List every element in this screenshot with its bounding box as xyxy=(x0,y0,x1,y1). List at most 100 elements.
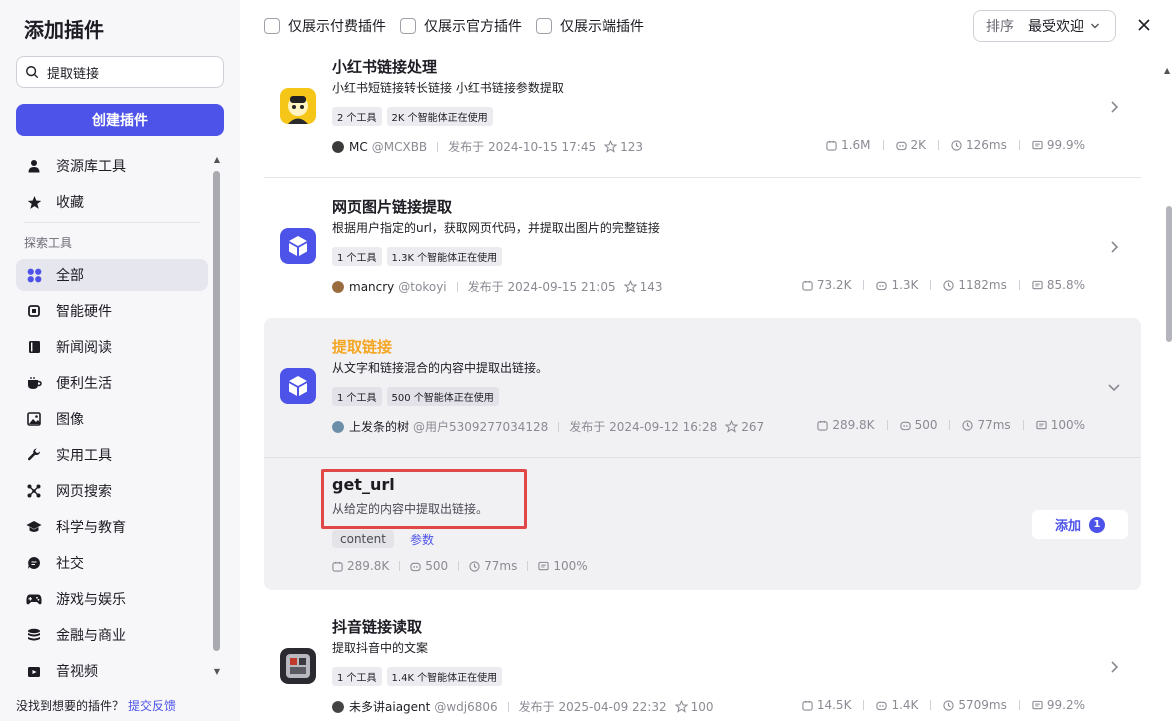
scroll-up-icon[interactable]: ▲ xyxy=(1164,66,1170,75)
message-icon xyxy=(1032,280,1043,289)
calls-icon xyxy=(802,280,813,291)
bot-icon xyxy=(410,562,421,571)
search-input[interactable] xyxy=(47,64,207,80)
sidebar-item-label: 全部 xyxy=(56,268,84,284)
sidebar-item-education[interactable]: 科学与教育 xyxy=(16,511,208,543)
sidebar-item-all[interactable]: 全部 xyxy=(16,259,208,291)
sidebar-item-games[interactable]: 游戏与娱乐 xyxy=(16,583,208,615)
stat-value: 1.3K xyxy=(891,278,919,292)
video-icon xyxy=(26,663,42,679)
stat-value: 500 xyxy=(425,559,449,573)
scrollbar-thumb[interactable] xyxy=(213,171,220,651)
create-plugin-button[interactable]: 创建插件 xyxy=(16,104,224,136)
star-count[interactable]: 123 xyxy=(604,140,643,154)
expanded-plugin-card[interactable]: 提取链接 从文字和链接混合的内容中提取出链接。 1 个工具 500 个智能体正在… xyxy=(264,318,1141,590)
tag: 2K 个智能体正在使用 xyxy=(386,107,493,126)
plugin-card[interactable]: 小红书链接处理 小红书短链接转长链接 小红书链接参数提取 2 个工具 2K 个智… xyxy=(264,48,1141,178)
add-tool-button[interactable]: 添加 1 xyxy=(1032,510,1128,539)
image-icon xyxy=(26,411,42,427)
plugin-desc: 提取抖音中的文案 xyxy=(332,641,429,655)
publish-date: 发布于 2025-04-09 22:32 xyxy=(518,700,667,714)
params-link[interactable]: 参数 xyxy=(410,531,434,548)
success-rate-stat: 99.2% xyxy=(1032,698,1085,712)
star-count[interactable]: 267 xyxy=(725,420,764,434)
sidebar-item-social[interactable]: 社交 xyxy=(16,547,208,579)
star-icon xyxy=(674,700,688,713)
author-name[interactable]: MC xyxy=(349,140,368,154)
checkbox-label: 仅展示付费插件 xyxy=(288,19,386,35)
plugin-tags: 1 个工具 1.4K 个智能体正在使用 xyxy=(332,667,507,686)
checkbox-box[interactable] xyxy=(400,18,416,34)
official-only-checkbox[interactable]: 仅展示官方插件 xyxy=(400,16,522,36)
stat-value: 126ms xyxy=(966,138,1007,152)
stat-value: 85.8% xyxy=(1046,278,1085,292)
chevron-right-icon[interactable] xyxy=(1107,660,1121,674)
tool-divider xyxy=(264,457,1141,458)
author-name[interactable]: 上发条的树 xyxy=(349,418,409,435)
search-field[interactable] xyxy=(16,56,224,88)
plugin-tags: 1 个工具 1.3K 个智能体正在使用 xyxy=(332,247,507,266)
bots-stat: 500 xyxy=(410,559,448,573)
latency-stat: 77ms xyxy=(962,418,1011,432)
star-count[interactable]: 100 xyxy=(674,700,714,714)
sort-value: 最受欢迎 xyxy=(1028,19,1084,35)
message-icon xyxy=(1032,700,1043,709)
stat-value: 14.5K xyxy=(816,698,852,712)
bots-stat: 1.3K xyxy=(876,278,918,292)
plugin-meta: MC @MCXBB 发布于 2024-10-15 17:45 123 xyxy=(332,138,643,155)
sidebar-item-news[interactable]: 新闻阅读 xyxy=(16,331,208,363)
author-name[interactable]: 未多讲aiagent xyxy=(349,698,430,715)
latency-stat: 1182ms xyxy=(943,278,1007,292)
client-only-checkbox[interactable]: 仅展示端插件 xyxy=(536,16,644,36)
chevron-right-icon[interactable] xyxy=(1107,240,1121,254)
book-icon xyxy=(26,339,42,355)
sidebar-item-image[interactable]: 图像 xyxy=(16,403,208,435)
sidebar-divider xyxy=(24,222,200,223)
paid-only-checkbox[interactable]: 仅展示付费插件 xyxy=(264,16,386,36)
tag: 2 个工具 xyxy=(332,107,382,126)
star-icon xyxy=(623,280,637,293)
scroll-down-icon[interactable]: ▼ xyxy=(212,667,222,677)
bot-icon xyxy=(876,701,888,710)
sidebar-item-hardware[interactable]: 智能硬件 xyxy=(16,295,208,327)
checkbox-box[interactable] xyxy=(264,18,280,34)
chevron-right-icon[interactable] xyxy=(1107,100,1121,114)
star-count[interactable]: 143 xyxy=(623,280,663,294)
scroll-up-icon[interactable]: ▲ xyxy=(212,155,222,165)
scrollbar-thumb[interactable] xyxy=(1166,206,1172,342)
clock-icon xyxy=(943,279,955,291)
sort-select[interactable]: 排序 最受欢迎 xyxy=(973,10,1116,42)
calls-icon xyxy=(826,140,837,151)
feedback-link[interactable]: 提交反馈 xyxy=(128,699,176,713)
sidebar-item-life[interactable]: 便利生活 xyxy=(16,367,208,399)
tag: 1 个工具 xyxy=(332,667,382,686)
chevron-down-icon[interactable] xyxy=(1107,380,1121,394)
plugin-meta: 上发条的树 @用户5309277034128 发布于 2024-09-12 16… xyxy=(332,418,764,435)
stat-value: 77ms xyxy=(484,559,518,573)
divider xyxy=(930,280,932,290)
author-avatar xyxy=(332,140,344,153)
sort-label: 排序 xyxy=(986,19,1014,35)
publish-date: 发布于 2024-09-15 21:05 xyxy=(467,280,616,294)
message-icon xyxy=(538,561,549,570)
sidebar-scrollbar[interactable]: ▲ ▼ xyxy=(212,155,222,680)
sidebar-item-library-tools[interactable]: 资源库工具 xyxy=(16,150,208,182)
sidebar-item-finance[interactable]: 金融与商业 xyxy=(16,619,208,651)
sidebar-item-favorites[interactable]: 收藏 xyxy=(16,186,208,218)
divider xyxy=(1022,420,1024,430)
checkbox-box[interactable] xyxy=(536,18,552,34)
plugin-stats: 1.6M 2K 126ms 99.9% xyxy=(826,138,1085,152)
plugin-stats: 289.8K 500 77ms 100% xyxy=(817,418,1085,432)
add-label: 添加 xyxy=(1054,519,1081,534)
plugin-card[interactable]: 抖音链接读取 提取抖音中的文案 1 个工具 1.4K 个智能体正在使用 未多讲a… xyxy=(264,598,1141,721)
main-scrollbar[interactable]: ▲ xyxy=(1164,48,1172,721)
plugin-card[interactable]: 网页图片链接提取 根据用户指定的url，获取网页代码，并提取出图片的完整链接 1… xyxy=(264,178,1141,318)
calls-icon xyxy=(332,561,343,572)
calls-stat: 1.6M xyxy=(826,138,871,152)
sidebar-item-web-search[interactable]: 网页搜索 xyxy=(16,475,208,507)
author-name[interactable]: mancry xyxy=(349,280,394,294)
sidebar-item-utilities[interactable]: 实用工具 xyxy=(16,439,208,471)
close-icon[interactable] xyxy=(1135,16,1153,34)
stat-value: 500 xyxy=(914,418,938,432)
sidebar-item-media[interactable]: 音视频 xyxy=(16,655,208,680)
